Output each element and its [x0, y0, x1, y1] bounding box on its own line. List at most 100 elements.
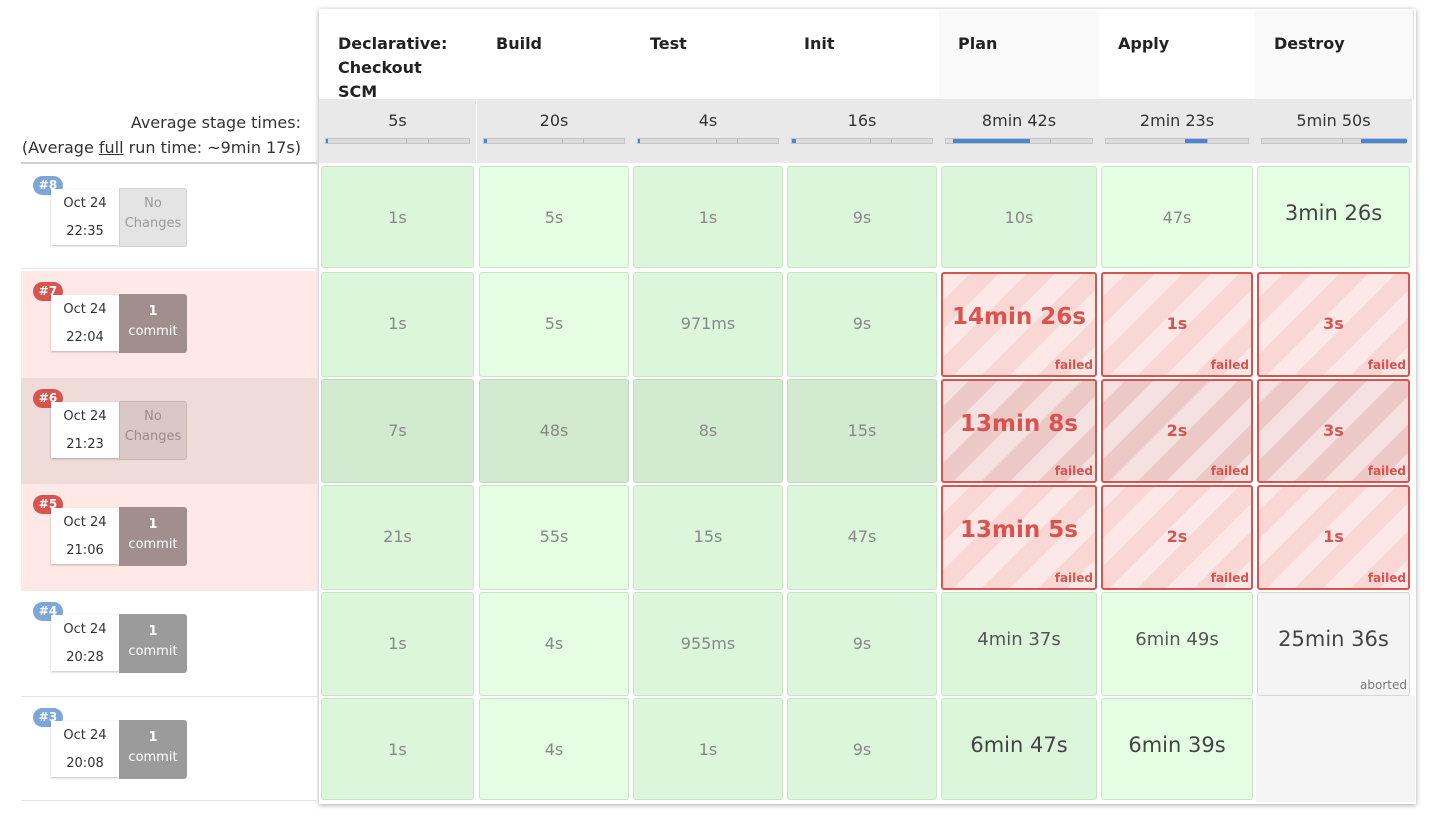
build-date-time: 21:23	[66, 437, 104, 452]
stage-header-build: Build	[477, 10, 633, 99]
stage-cell-success[interactable]: 1s	[321, 592, 474, 696]
stage-cell-success[interactable]: 55s	[479, 485, 629, 590]
stage-cell-success[interactable]: 4s	[479, 698, 629, 800]
stage-cell-success[interactable]: 971ms	[633, 272, 783, 377]
stage-cell-success[interactable]: 1s	[321, 272, 474, 377]
stage-cell-success[interactable]: 6min 49s	[1101, 592, 1253, 696]
stage-status-label: failed	[1210, 571, 1249, 585]
stage-cell-failed[interactable]: 13min 5s failed	[941, 485, 1097, 590]
stage-cell-success[interactable]: 1s	[633, 166, 783, 268]
full-run-time-link[interactable]: full	[99, 138, 124, 157]
stage-cell-failed[interactable]: 2s failed	[1101, 485, 1253, 590]
stage-cell-failed[interactable]: 1s failed	[1257, 485, 1410, 590]
stage-cell-success[interactable]: 47s	[1101, 166, 1253, 268]
stage-cell-success[interactable]: 9s	[787, 592, 937, 696]
avg-time-bar	[325, 138, 470, 144]
stage-cell-failed[interactable]: 13min 8s failed	[941, 379, 1097, 483]
stage-duration: 13min 5s	[960, 517, 1078, 543]
stage-name: Apply	[1118, 34, 1170, 53]
stage-cell-success[interactable]: 5s	[479, 166, 629, 268]
stage-cell-success[interactable]: 8s	[633, 379, 783, 483]
stage-header-destroy: Destroy	[1255, 10, 1414, 99]
stage-cell-success[interactable]: 9s	[787, 166, 937, 268]
stage-cell-success[interactable]: 955ms	[633, 592, 783, 696]
stage-cell-success[interactable]: 4s	[479, 592, 629, 696]
commit-changes-button[interactable]: 1 commit	[119, 294, 187, 353]
stage-cell-success[interactable]: 47s	[787, 485, 937, 590]
stage-cell-success[interactable]: 21s	[321, 485, 474, 590]
changes-line2: commit	[128, 324, 178, 339]
avg-time-value: 20s	[539, 111, 569, 130]
stage-cell-aborted[interactable]: 25min 36s aborted	[1257, 592, 1410, 696]
no-changes-label: No Changes	[119, 401, 187, 460]
stage-duration: 1s	[1166, 314, 1188, 333]
stage-cell-failed[interactable]: 3s failed	[1257, 379, 1410, 483]
stage-cell-success[interactable]: 15s	[633, 485, 783, 590]
stage-cell-failed[interactable]: 14min 26s failed	[941, 272, 1097, 377]
avg-time-test: 4s	[631, 99, 787, 163]
stage-duration: 55s	[539, 527, 569, 546]
stage-duration: 9s	[852, 634, 872, 653]
stage-cell-failed[interactable]: 1s failed	[1101, 272, 1253, 377]
stage-cell-success[interactable]: 3min 26s	[1257, 166, 1410, 268]
stage-cell-success[interactable]: 10s	[941, 166, 1097, 268]
changes-line2: commit	[128, 644, 178, 659]
changes-line1: 1	[148, 517, 158, 532]
stage-duration: 6min 49s	[1135, 629, 1219, 650]
stage-duration: 2s	[1166, 527, 1188, 546]
stage-duration: 15s	[847, 421, 877, 440]
build-date-day: Oct 24	[63, 302, 107, 317]
commit-changes-button[interactable]: 1 commit	[119, 720, 187, 779]
changes-line1: No	[144, 409, 162, 424]
avg-time-bar-fill	[326, 139, 328, 143]
stage-duration: 9s	[852, 208, 872, 227]
stage-duration: 3min 26s	[1284, 201, 1383, 225]
changes-line1: No	[144, 196, 162, 211]
stage-cell-success[interactable]: 15s	[787, 379, 937, 483]
stage-cell-success[interactable]: 1s	[321, 166, 474, 268]
stage-cell-failed[interactable]: 2s failed	[1101, 379, 1253, 483]
stage-cell-success[interactable]: 9s	[787, 698, 937, 800]
commit-changes-button[interactable]: 1 commit	[119, 507, 187, 566]
avg-time-build: 20s	[477, 99, 633, 163]
stage-cell-success[interactable]: 4min 37s	[941, 592, 1097, 696]
build-date-time: 22:35	[66, 224, 104, 239]
stage-cell-failed[interactable]: 3s failed	[1257, 272, 1410, 377]
commit-changes-button[interactable]: 1 commit	[119, 614, 187, 673]
stage-duration: 3s	[1323, 421, 1344, 440]
stage-duration: 2s	[1166, 421, 1188, 440]
stage-duration: 10s	[1004, 208, 1034, 227]
stage-duration: 955ms	[680, 634, 736, 653]
build-date: Oct 24 21:23	[51, 402, 119, 458]
build-date-day: Oct 24	[63, 622, 107, 637]
stage-cell-success[interactable]: 48s	[479, 379, 629, 483]
stage-status-label: failed	[1210, 358, 1249, 372]
stage-duration: 1s	[698, 740, 718, 759]
avg-time-bar-fill	[1361, 139, 1407, 143]
average-stage-times-label: Average stage times: (Average full run t…	[21, 99, 317, 163]
avg-time-value: 16s	[847, 111, 877, 130]
stage-cell-success[interactable]: 5s	[479, 272, 629, 377]
stage-status-label: failed	[1210, 464, 1249, 478]
stage-cell-success[interactable]: 1s	[321, 698, 474, 800]
build-date-day: Oct 24	[63, 515, 107, 530]
avg-time-declarative-checkout-scm: 5s	[319, 99, 478, 163]
changes-line2: Changes	[124, 216, 182, 231]
stage-cell-success[interactable]: 1s	[633, 698, 783, 800]
stage-duration: 971ms	[680, 314, 736, 333]
stage-cell-success[interactable]: 9s	[787, 272, 937, 377]
stage-cell-success[interactable]: 6min 39s	[1101, 698, 1253, 800]
build-date-day: Oct 24	[63, 409, 107, 424]
avg-time-value: 5min 50s	[1296, 111, 1371, 130]
stage-duration: 25min 36s	[1278, 627, 1389, 651]
stage-header-plan: Plan	[939, 10, 1101, 99]
stage-duration: 47s	[847, 527, 877, 546]
stage-duration: 1s	[388, 634, 407, 653]
stage-duration: 15s	[693, 527, 723, 546]
avg-time-bar-tick	[870, 139, 871, 143]
pipeline-stage-view: { "stages": [ {"name": "Declarative: Che…	[0, 0, 1434, 820]
stage-cell-success[interactable]: 6min 47s	[941, 698, 1097, 800]
stage-cell-success[interactable]: 7s	[321, 379, 474, 483]
stage-duration: 47s	[1162, 208, 1192, 227]
avg-time-bar-tick	[1050, 139, 1051, 143]
